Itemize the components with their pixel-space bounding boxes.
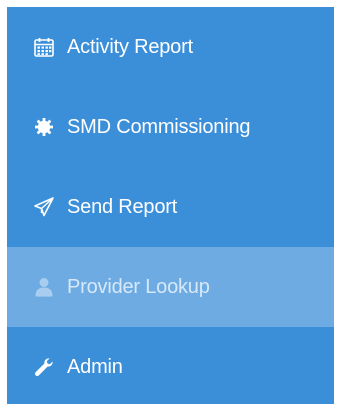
menu-item-smd-commissioning[interactable]: SMD Commissioning [7,87,334,167]
menu-item-label: SMD Commissioning [67,116,251,138]
menu-item-label: Send Report [67,196,178,218]
menu-item-activity-report[interactable]: Activity Report [7,7,334,87]
menu-item-label: Activity Report [67,36,193,58]
calendar-icon [33,36,55,58]
gear-icon [33,116,55,138]
user-tie-icon [33,276,55,298]
menu-item-label: Admin [67,356,123,378]
side-menu: Activity Report SMD Commissioning Send R… [7,7,334,404]
paper-plane-icon [33,196,55,218]
menu-item-send-report[interactable]: Send Report [7,167,334,247]
menu-item-admin[interactable]: Admin [7,327,334,407]
menu-item-label: Provider Lookup [67,276,210,298]
wrench-icon [33,356,55,378]
menu-item-provider-lookup[interactable]: Provider Lookup [7,247,334,327]
